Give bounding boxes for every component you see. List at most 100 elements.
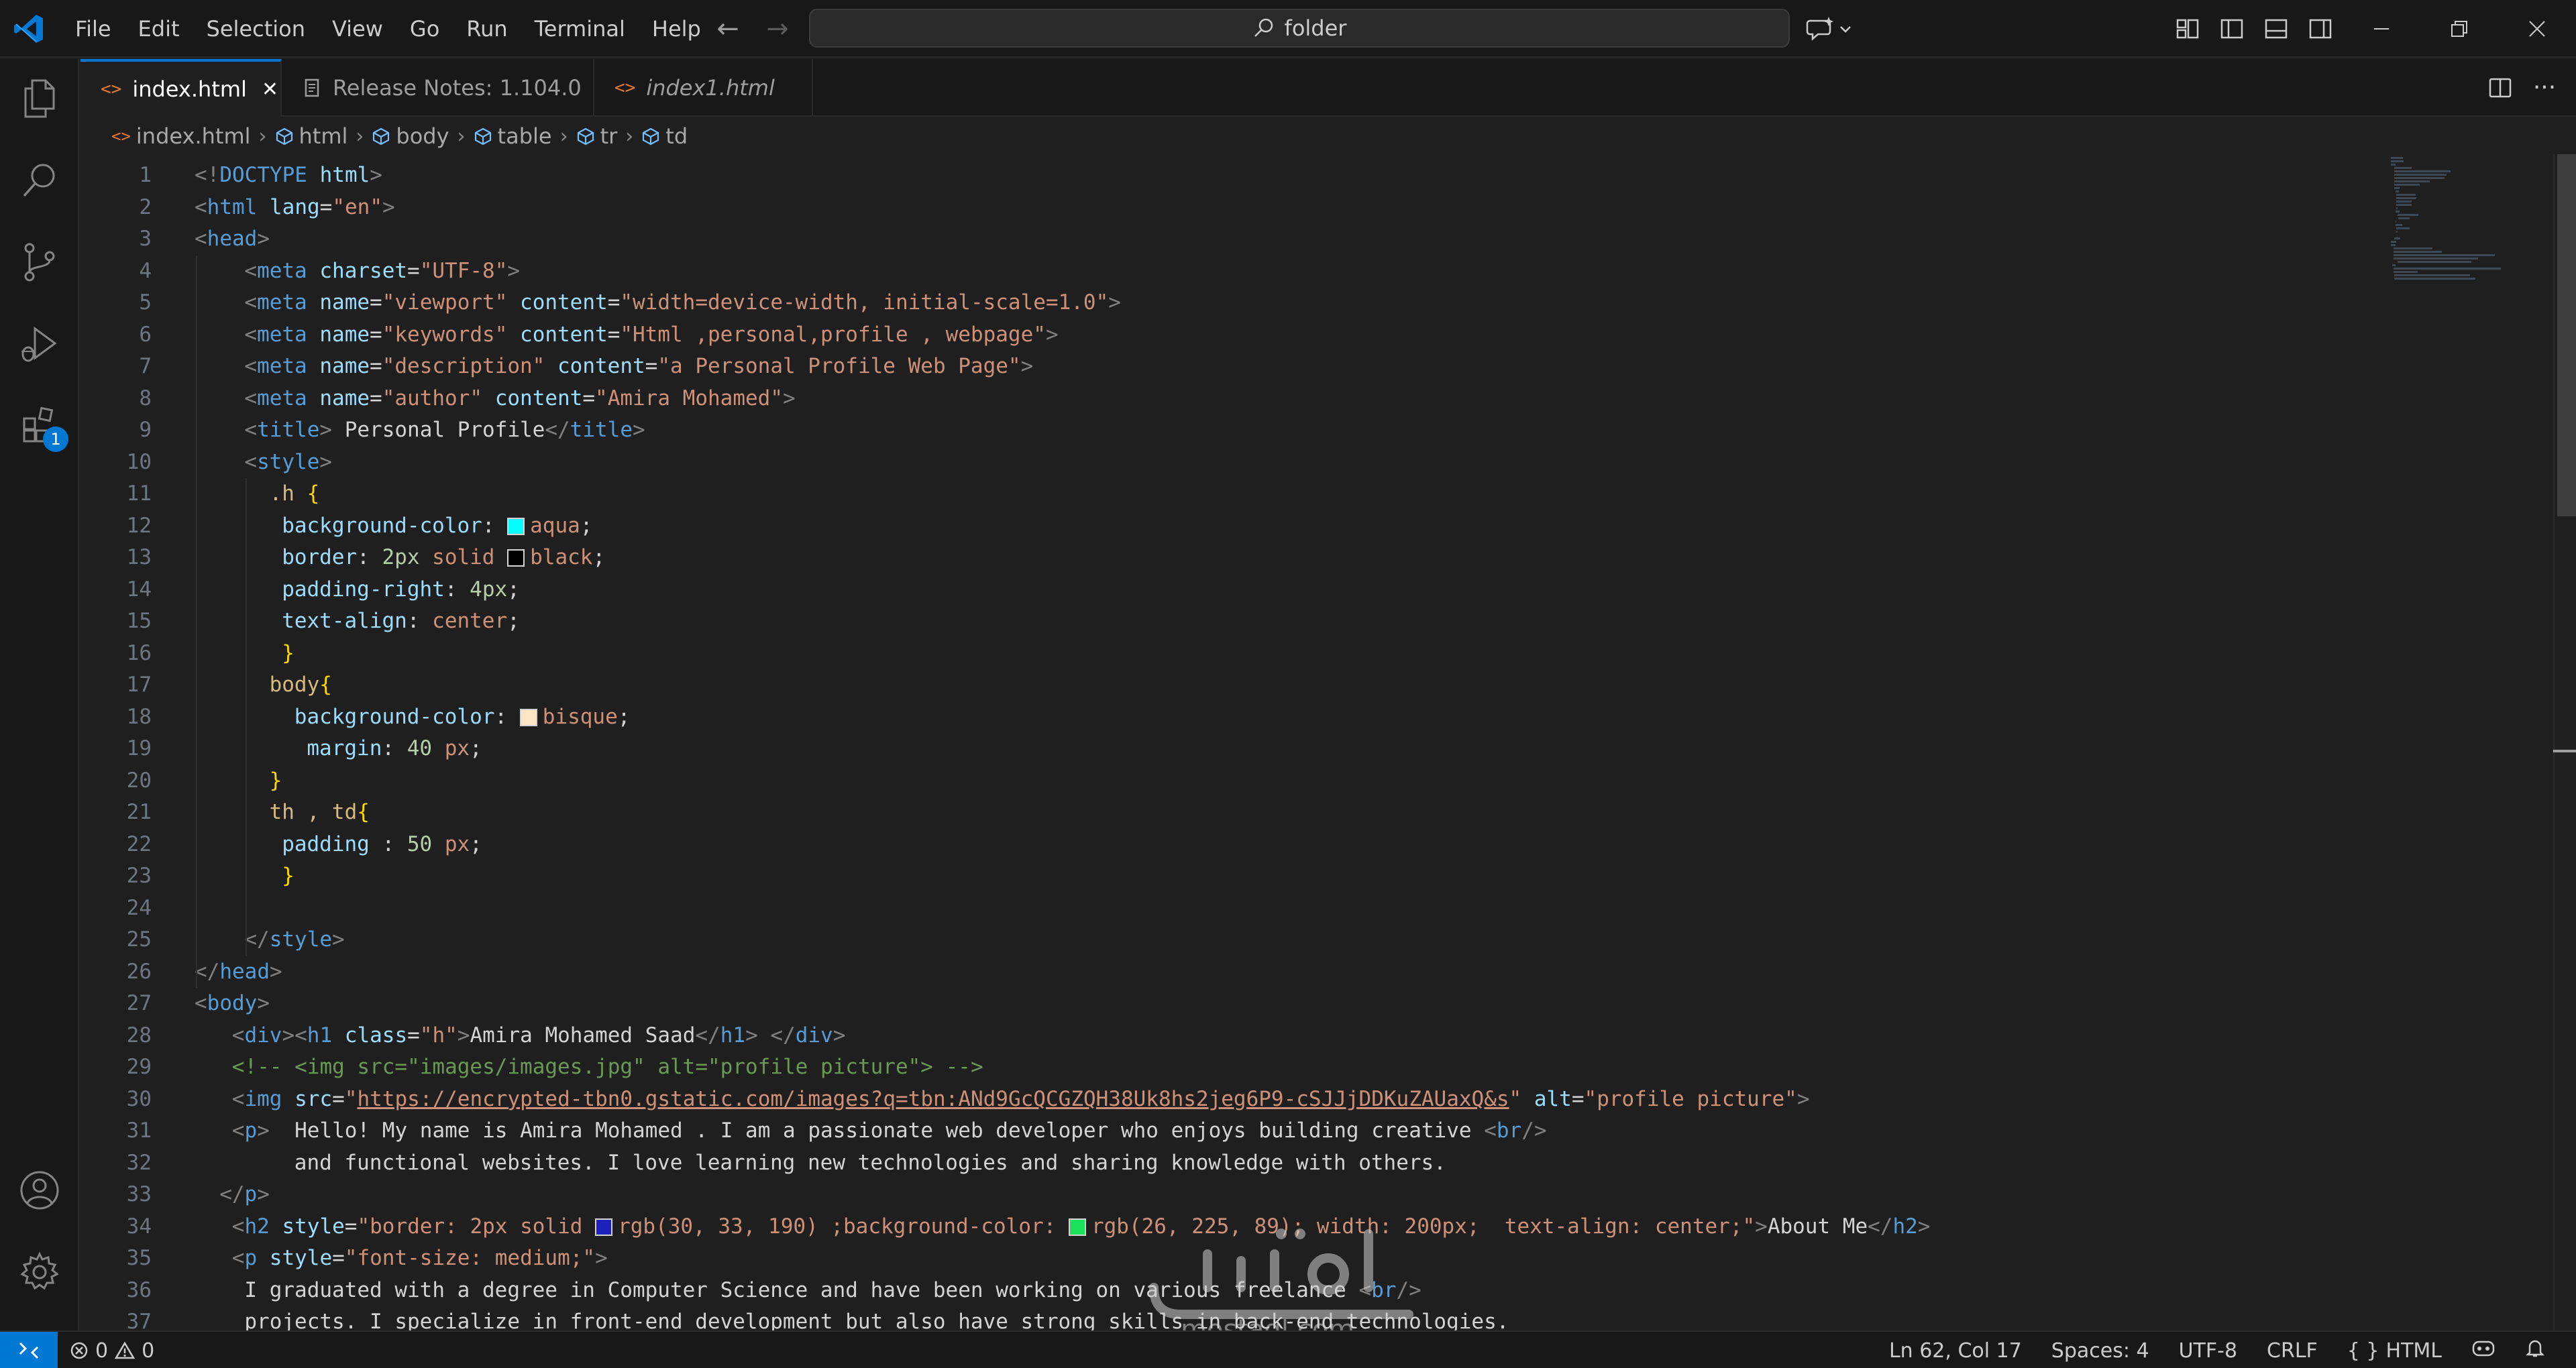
- code-line[interactable]: 11 .h {: [80, 478, 2388, 510]
- code-token: <: [195, 194, 207, 219]
- color-swatch[interactable]: [519, 708, 537, 726]
- account-icon[interactable]: [16, 1167, 63, 1214]
- explorer-icon[interactable]: [16, 75, 63, 122]
- code-line[interactable]: 29 <!-- <img src="images/images.jpg" alt=…: [80, 1051, 2388, 1084]
- color-swatch[interactable]: [507, 517, 525, 535]
- code-line[interactable]: 22 padding : 50 px;: [80, 829, 2388, 861]
- customize-layout-icon[interactable]: [2171, 12, 2204, 46]
- code-line[interactable]: 10 <style>: [80, 447, 2388, 479]
- command-center-search[interactable]: folder: [809, 9, 1790, 48]
- color-swatch[interactable]: [507, 549, 525, 567]
- menu-go[interactable]: Go: [396, 10, 453, 48]
- toggle-primary-sidebar-icon[interactable]: [2215, 12, 2249, 46]
- tab-index-html[interactable]: <> index.html ✕: [80, 59, 282, 117]
- tab-index1-html[interactable]: <> index1.html: [594, 59, 813, 117]
- code-line[interactable]: 32 and functional websites. I love learni…: [80, 1147, 2388, 1180]
- language-mode[interactable]: { } HTML: [2332, 1339, 2457, 1363]
- minimize-icon[interactable]: [2343, 0, 2420, 58]
- copilot-status-icon[interactable]: [2457, 1338, 2510, 1363]
- forward-arrow-icon[interactable]: →: [761, 12, 794, 46]
- code-line[interactable]: 33 </p>: [80, 1179, 2388, 1211]
- settings-gear-icon[interactable]: [16, 1249, 63, 1296]
- cursor-position[interactable]: Ln 62, Col 17: [1874, 1339, 2037, 1363]
- code-line[interactable]: 4 <meta charset="UTF-8">: [80, 255, 2388, 288]
- code-line[interactable]: 28 <div><h1 class="h">Amira Mohamed Saad<…: [80, 1020, 2388, 1052]
- code-line[interactable]: 31 <p> Hello! My name is Amira Mohamed . …: [80, 1115, 2388, 1147]
- close-icon[interactable]: [2498, 0, 2576, 58]
- search-icon[interactable]: [16, 157, 63, 204]
- menu-terminal[interactable]: Terminal: [521, 10, 639, 48]
- copilot-button[interactable]: [1806, 13, 1862, 44]
- code-line[interactable]: 8 <meta name="author" content="Amira Moha…: [80, 383, 2388, 415]
- close-tab-icon[interactable]: ✕: [262, 78, 278, 101]
- end-of-line[interactable]: CRLF: [2252, 1339, 2332, 1363]
- back-arrow-icon[interactable]: ←: [711, 12, 745, 46]
- breadcrumb-item-index-html[interactable]: <> index.html: [111, 123, 251, 149]
- breadcrumb-item-tr[interactable]: tr: [576, 123, 617, 149]
- source-control-icon[interactable]: [16, 239, 63, 286]
- more-actions-icon[interactable]: ···: [2528, 71, 2561, 105]
- minimap[interactable]: [2388, 154, 2549, 396]
- code-line[interactable]: 14 padding-right: 4px;: [80, 574, 2388, 606]
- code-line[interactable]: 16}: [80, 638, 2388, 670]
- menu-run[interactable]: Run: [453, 10, 521, 48]
- code-line[interactable]: 9 <title> Personal Profile</title>: [80, 414, 2388, 447]
- remote-window-button[interactable]: [0, 1332, 58, 1368]
- line-number: 25: [126, 927, 152, 952]
- code-line[interactable]: 6 <meta name="keywords" content="Html ,pe…: [80, 319, 2388, 351]
- code-text: </head>: [195, 956, 282, 988]
- menu-view[interactable]: View: [319, 10, 396, 48]
- code-text: <h2 style="border: 2px solid rgb(30, 33,…: [232, 1211, 1931, 1243]
- tab-release-notes[interactable]: Release Notes: 1.104.0: [282, 59, 594, 117]
- scrollbar-thumb[interactable]: [2557, 154, 2576, 516]
- layout-controls: [2171, 12, 2337, 46]
- code-line[interactable]: 1 <!DOCTYPE html>: [80, 160, 2388, 192]
- menu-edit[interactable]: Edit: [125, 10, 193, 48]
- code-line[interactable]: 30 <img src="https://encrypted-tbn0.gstat…: [80, 1084, 2388, 1116]
- code-line[interactable]: 26 </head>: [80, 956, 2388, 988]
- menu-selection[interactable]: Selection: [193, 10, 319, 48]
- code-line[interactable]: 18 background-color: bisque;: [80, 701, 2388, 734]
- menu-help[interactable]: Help: [639, 10, 714, 48]
- code-line[interactable]: 17 body{: [80, 669, 2388, 701]
- notifications-bell-icon[interactable]: [2510, 1338, 2560, 1363]
- color-swatch[interactable]: [1068, 1218, 1086, 1236]
- problems-indicator[interactable]: 0 0: [70, 1332, 154, 1368]
- breadcrumb-item-html[interactable]: html: [275, 123, 347, 149]
- restore-icon[interactable]: [2420, 0, 2498, 58]
- code-token: <: [231, 1214, 245, 1239]
- code-line[interactable]: 25 </style>: [80, 924, 2388, 956]
- code-editor[interactable]: 1 <!DOCTYPE html> 2 <html lang="en"> 3 <head>…: [80, 154, 2509, 1334]
- code-text: <div><h1 class="h">Amira Mohamed Saad</h…: [232, 1020, 846, 1052]
- code-line[interactable]: 2 <html lang="en">: [80, 192, 2388, 224]
- split-editor-icon[interactable]: [2483, 71, 2517, 105]
- code-line[interactable]: 7 <meta name="description" content="a Per…: [80, 351, 2388, 383]
- indentation[interactable]: Spaces: 4: [2037, 1339, 2164, 1363]
- code-line[interactable]: 13 border: 2px solid black;: [80, 542, 2388, 574]
- symbol-element-icon: [474, 127, 491, 146]
- toggle-secondary-sidebar-icon[interactable]: [2304, 12, 2337, 46]
- code-token: 4px: [470, 577, 508, 602]
- code-line[interactable]: 12 background-color: aqua;: [80, 510, 2388, 543]
- color-swatch[interactable]: [595, 1218, 613, 1236]
- code-line[interactable]: 21 th , td{: [80, 797, 2388, 829]
- code-token: >: [1796, 1086, 1810, 1111]
- code-line[interactable]: 24: [80, 893, 2388, 925]
- code-line[interactable]: 5 <meta name="viewport" content="width=de…: [80, 287, 2388, 319]
- breadcrumb-item-body[interactable]: body: [372, 123, 449, 149]
- code-line[interactable]: 15 text-align: center;: [80, 606, 2388, 638]
- code-line[interactable]: 3 <head>: [80, 223, 2388, 255]
- code-line[interactable]: 27 <body>: [80, 988, 2388, 1020]
- menu-file[interactable]: File: [62, 10, 125, 48]
- code-line[interactable]: 20}: [80, 765, 2388, 797]
- breadcrumb-item-table[interactable]: table: [474, 123, 552, 149]
- code-token: <: [244, 418, 258, 442]
- breadcrumb-item-td[interactable]: td: [641, 123, 688, 149]
- code-line[interactable]: 19 margin: 40 px;: [80, 733, 2388, 765]
- code-line[interactable]: 23}: [80, 860, 2388, 893]
- toggle-panel-icon[interactable]: [2259, 12, 2293, 46]
- vertical-scrollbar[interactable]: [2553, 154, 2576, 1330]
- run-and-debug-icon[interactable]: [16, 321, 63, 367]
- chevron-right-icon: ›: [625, 124, 634, 148]
- file-encoding[interactable]: UTF-8: [2164, 1339, 2252, 1363]
